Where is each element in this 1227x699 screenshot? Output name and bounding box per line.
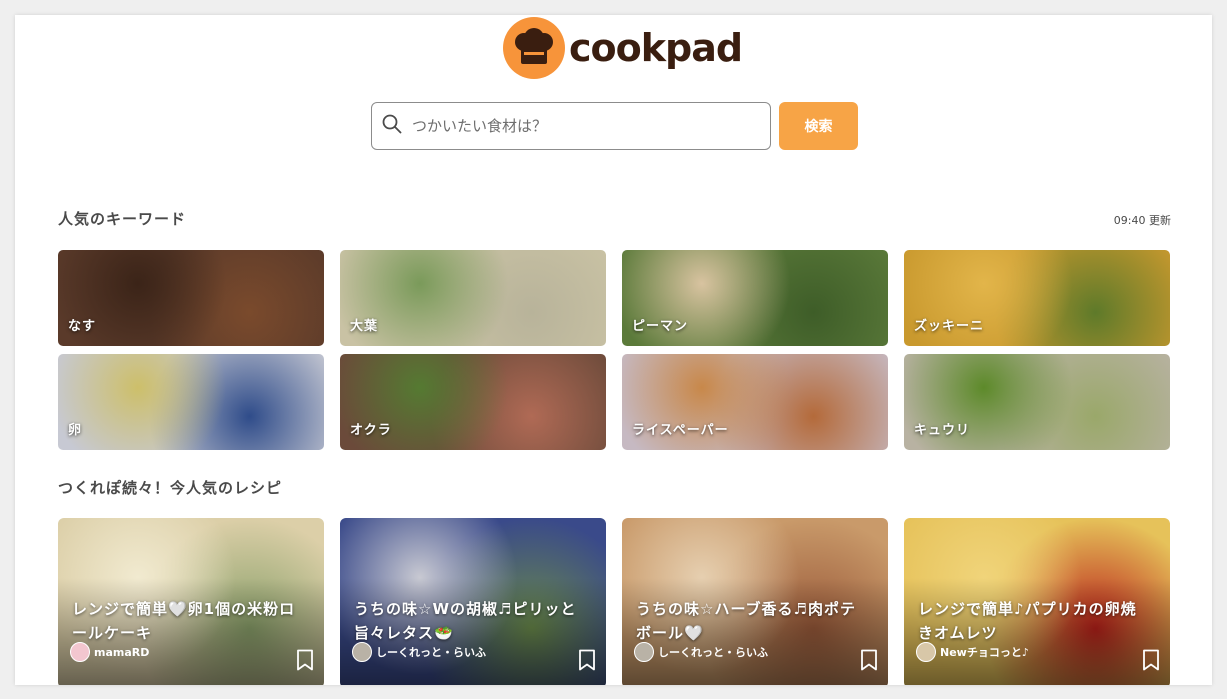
keyword-grid: なす 大葉 ピーマン ズッキーニ 卵 オクラ ライスペーパー キュウリ — [58, 250, 1170, 450]
recipe-title: うちの味☆ハーブ香る♬肉ポテボール🤍 — [636, 600, 856, 642]
recipe-author[interactable]: しーくれっと・らいふ — [634, 642, 768, 662]
recipe-title: レンジで簡単♪パプリカの卵焼きオムレツ — [918, 600, 1137, 642]
keyword-label: オクラ — [350, 423, 392, 438]
avatar — [634, 642, 654, 662]
avatar — [352, 642, 372, 662]
search-icon — [382, 114, 402, 138]
author-name: しーくれっと・らいふ — [376, 646, 486, 659]
keyword-label: キュウリ — [914, 423, 971, 438]
bookmark-icon[interactable] — [860, 649, 878, 675]
keyword-label: なす — [68, 319, 97, 334]
keyword-label: 大葉 — [350, 319, 379, 334]
search-button[interactable]: 検索 — [779, 102, 858, 150]
author-name: しーくれっと・らいふ — [658, 646, 768, 659]
popular-recipes-title: つくれぽ続々！今人気のレシピ — [58, 479, 283, 497]
search-input[interactable] — [412, 117, 752, 135]
keyword-label: ピーマン — [632, 319, 689, 334]
updated-time: 09:40 更新 — [1113, 214, 1171, 227]
keyword-tile[interactable]: ピーマン — [622, 250, 888, 346]
recipe-card[interactable]: うちの味☆ハーブ香る♬肉ポテボール🤍 しーくれっと・らいふ — [622, 518, 888, 685]
recipe-author[interactable]: しーくれっと・らいふ — [352, 642, 486, 662]
search-box[interactable] — [371, 102, 771, 150]
chef-hat-icon — [503, 17, 565, 79]
recipe-card[interactable]: うちの味☆Wの胡椒♬ピリッと旨々レタス🥗 しーくれっと・らいふ — [340, 518, 606, 685]
keyword-tile[interactable]: なす — [58, 250, 324, 346]
recipe-card[interactable]: レンジで簡単♪パプリカの卵焼きオムレツ Newチョコっと♪ — [904, 518, 1170, 685]
cookpad-logo[interactable]: cookpad — [503, 17, 743, 79]
recipe-author[interactable]: Newチョコっと♪ — [916, 642, 1029, 662]
recipe-title: うちの味☆Wの胡椒♬ピリッと旨々レタス🥗 — [354, 600, 577, 642]
keyword-tile[interactable]: オクラ — [340, 354, 606, 450]
author-name: mamaRD — [94, 645, 150, 659]
author-name: Newチョコっと♪ — [940, 646, 1029, 659]
recipe-author[interactable]: mamaRD — [70, 642, 149, 662]
recipe-title: レンジで簡単🤍卵1個の米粉ロールケーキ — [72, 600, 296, 642]
keyword-tile[interactable]: キュウリ — [904, 354, 1170, 450]
avatar — [70, 642, 90, 662]
keyword-tile[interactable]: ズッキーニ — [904, 250, 1170, 346]
page: cookpad 検索 人気のキーワード 09:40 更新 なす 大葉 ピーマン … — [15, 15, 1212, 685]
bookmark-icon[interactable] — [578, 649, 596, 675]
keyword-tile[interactable]: 卵 — [58, 354, 324, 450]
keyword-label: ライスペーパー — [632, 423, 729, 438]
bookmark-icon[interactable] — [296, 649, 314, 675]
popular-keywords-title: 人気のキーワード — [58, 210, 187, 228]
keyword-tile[interactable]: 大葉 — [340, 250, 606, 346]
recipe-grid: レンジで簡単🤍卵1個の米粉ロールケーキ mamaRD うちの味☆Wの胡椒♬ピリッ… — [58, 518, 1170, 685]
avatar — [916, 642, 936, 662]
keyword-label: 卵 — [68, 423, 83, 438]
bookmark-icon[interactable] — [1142, 649, 1160, 675]
recipe-card[interactable]: レンジで簡単🤍卵1個の米粉ロールケーキ mamaRD — [58, 518, 324, 685]
keyword-tile[interactable]: ライスペーパー — [622, 354, 888, 450]
brand-name: cookpad — [569, 26, 743, 70]
keyword-label: ズッキーニ — [914, 319, 985, 334]
